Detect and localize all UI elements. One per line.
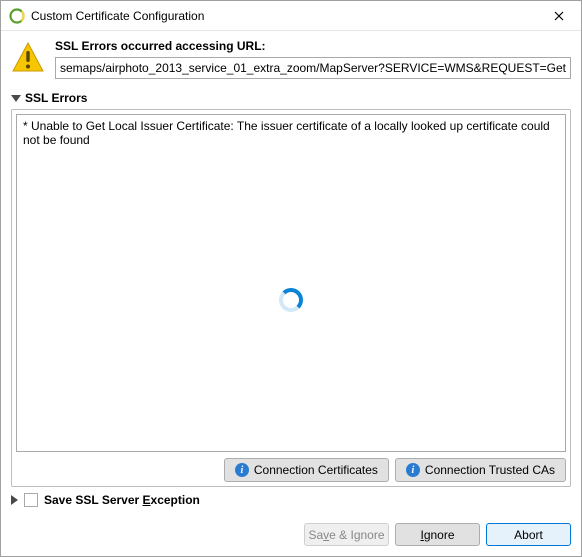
connection-trusted-cas-button[interactable]: i Connection Trusted CAs	[395, 458, 566, 482]
dialog-content: SSL Errors occurred accessing URL: SSL E…	[1, 31, 581, 517]
url-label: SSL Errors occurred accessing URL:	[55, 39, 571, 53]
save-exception-checkbox[interactable]	[24, 493, 38, 507]
url-input[interactable]	[55, 57, 571, 79]
chevron-right-icon	[11, 495, 18, 505]
window-title: Custom Certificate Configuration	[31, 9, 536, 23]
info-icon: i	[406, 463, 420, 477]
ssl-errors-toggle[interactable]: SSL Errors	[11, 87, 571, 109]
connection-trusted-cas-label: Connection Trusted CAs	[425, 463, 555, 477]
connection-certificates-button[interactable]: i Connection Certificates	[224, 458, 389, 482]
ssl-errors-header-label: SSL Errors	[25, 91, 87, 105]
loading-spinner-icon	[279, 288, 303, 312]
url-row: SSL Errors occurred accessing URL:	[11, 39, 571, 79]
warning-icon	[11, 41, 45, 75]
abort-button[interactable]: Abort	[486, 523, 571, 546]
dialog-footer: Save & Ignore Ignore Abort	[1, 517, 581, 556]
connection-certificates-label: Connection Certificates	[254, 463, 378, 477]
app-icon	[9, 8, 25, 24]
save-exception-toggle[interactable]: Save SSL Server Exception	[11, 487, 571, 509]
dialog-window: Custom Certificate Configuration SSL Err…	[0, 0, 582, 557]
panel-buttons: i Connection Certificates i Connection T…	[16, 452, 566, 482]
ssl-errors-panel: * Unable to Get Local Issuer Certificate…	[11, 109, 571, 487]
title-bar: Custom Certificate Configuration	[1, 1, 581, 31]
chevron-down-icon	[11, 95, 21, 102]
info-icon: i	[235, 463, 249, 477]
ignore-button[interactable]: Ignore	[395, 523, 480, 546]
ssl-errors-text[interactable]: * Unable to Get Local Issuer Certificate…	[16, 114, 566, 452]
close-button[interactable]	[536, 1, 581, 30]
ssl-error-message: * Unable to Get Local Issuer Certificate…	[23, 119, 550, 147]
url-column: SSL Errors occurred accessing URL:	[55, 39, 571, 79]
save-exception-label: Save SSL Server Exception	[44, 493, 200, 507]
save-and-ignore-button: Save & Ignore	[304, 523, 389, 546]
